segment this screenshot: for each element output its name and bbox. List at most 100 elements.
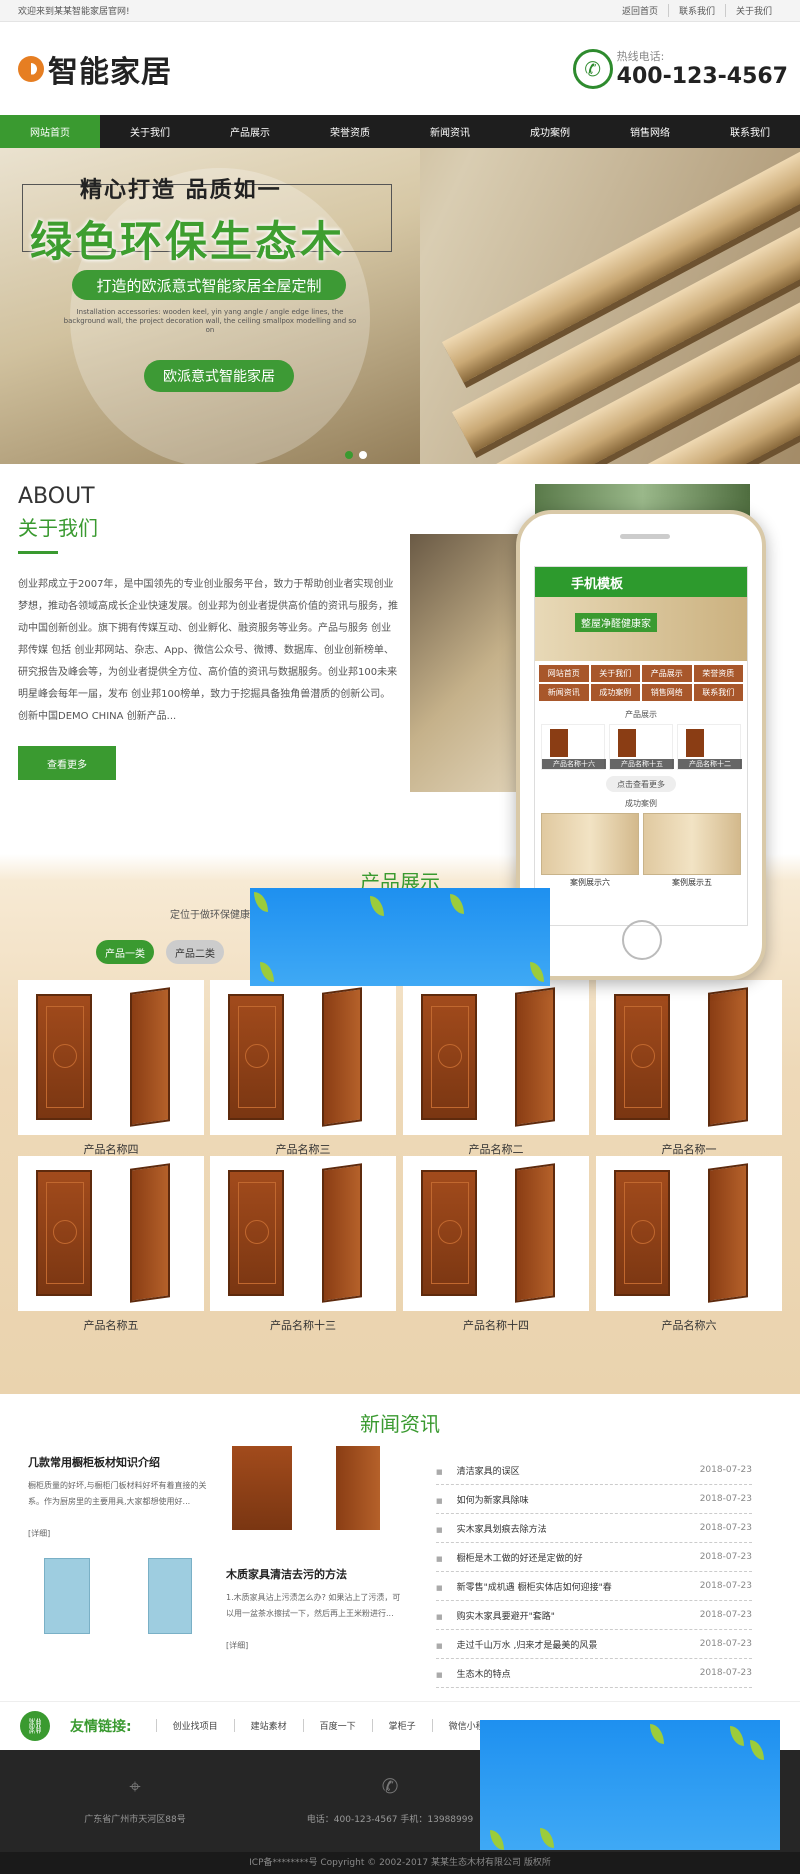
news-item-date: 2018-07-23 (699, 1523, 752, 1533)
slider-dot[interactable] (359, 451, 367, 459)
nav-item-cases[interactable]: 成功案例 (500, 115, 600, 148)
hero-banner[interactable]: 精心打造 品质如一 绿色环保生态木 打造的欧派意式智能家居全屋定制 Instal… (0, 148, 800, 464)
product-card[interactable]: 产品名称二 (403, 980, 589, 1156)
phone-header: 手机模板 (535, 567, 747, 597)
site-header: 智能家居 ✆ 热线电话: 400-123-4567 (0, 22, 800, 115)
product-image (18, 1156, 204, 1311)
banner-title: 精心打造 品质如一 (80, 178, 282, 203)
product-name: 产品名称一 (661, 1143, 717, 1156)
phone-cases-heading: 成功案例 (625, 799, 657, 808)
footer-phone-text: 电话：400-123-4567 手机：13988999 (306, 1815, 474, 1825)
top-bar: 欢迎来到某某智能家居官网! 返回首页 联系我们 关于我们 (0, 0, 800, 22)
friend-link[interactable]: 创业找项目 (155, 1719, 234, 1732)
news-feature-link[interactable]: [详细] (226, 1638, 248, 1654)
nav-item-home[interactable]: 网站首页 (0, 115, 100, 148)
phone-product-name: 产品名称十六 (542, 759, 606, 769)
top-link-home[interactable]: 返回首页 (612, 4, 668, 17)
product-card[interactable]: 产品名称四 (18, 980, 204, 1156)
news-list-item[interactable]: 实木家具划痕去除方法 2018-07-23 (436, 1514, 752, 1543)
nav-item-products[interactable]: 产品展示 (200, 115, 300, 148)
phone-product[interactable]: 产品名称十六 (541, 724, 606, 770)
floating-ad-overlay[interactable] (480, 1720, 780, 1850)
news-item-date: 2018-07-23 (699, 1668, 752, 1678)
phone-nav-item[interactable]: 销售网络 (642, 684, 692, 701)
news-item-title: 生态木的特点 (436, 1667, 511, 1680)
phone-home-button (622, 920, 662, 960)
phone-cases: 案例展示六 案例展示五 (535, 813, 747, 888)
leaf-icon (450, 894, 464, 914)
slider-dot-active[interactable] (345, 451, 353, 459)
news-feature-title[interactable]: 木质家具清洁去污的方法 (226, 1566, 347, 1582)
product-name: 产品名称六 (661, 1319, 717, 1332)
news-feature-text: 橱柜质量的好坏,与橱柜门板材料好坏有着直接的关系。作为厨房里的主要用具,大家都想… (28, 1481, 207, 1506)
news-title: 新闻资讯 (360, 1412, 440, 1436)
phone-products-heading: 产品展示 (625, 710, 657, 719)
leaf-icon (650, 1724, 664, 1744)
product-tab-1[interactable]: 产品一类 (96, 940, 154, 964)
phone-product-name: 产品名称十五 (610, 759, 674, 769)
banner-english-text: Installation accessories: wooden keel, y… (63, 308, 357, 335)
about-title-cn: 关于我们 (18, 516, 98, 540)
about-more-button[interactable]: 查看更多 (18, 746, 116, 780)
news-item-title: 实木家具划痕去除方法 (436, 1522, 547, 1535)
product-card[interactable]: 产品名称六 (596, 1156, 782, 1332)
news-item-title: 新零售"成机遇 橱柜实体店如何迎接"春 (436, 1580, 612, 1593)
news-list-item[interactable]: 橱柜是木工做的好还是定做的好 2018-07-23 (436, 1543, 752, 1572)
phone-speaker (620, 534, 670, 539)
news-list-item[interactable]: 生态木的特点 2018-07-23 (436, 1659, 752, 1688)
logo-mark-icon (18, 55, 44, 82)
hotline-number: 400-123-4567 (616, 64, 788, 89)
phone-nav-item[interactable]: 成功案例 (590, 684, 640, 701)
logo[interactable]: 智能家居 (18, 47, 172, 91)
nav-item-honors[interactable]: 荣誉资质 (300, 115, 400, 148)
friend-link[interactable]: 百度一下 (302, 1719, 372, 1732)
phone-nav-item[interactable]: 关于我们 (590, 665, 640, 682)
friend-link[interactable]: 建站素材 (233, 1719, 303, 1732)
about-text: 创业邦成立于2007年，是中国领先的专业创业服务平台，致力于帮助创业者实现创业梦… (18, 579, 398, 722)
about-underline (18, 551, 58, 554)
news-list-item[interactable]: 购实木家具要避开"套路" 2018-07-23 (436, 1601, 752, 1630)
footer-contact: ✆ 电话：400-123-4567 手机：13988999 (290, 1774, 490, 1825)
phone-case[interactable]: 案例展示五 (643, 813, 741, 888)
phone-nav-item[interactable]: 荣誉资质 (693, 665, 743, 682)
product-card[interactable]: 产品名称三 (210, 980, 396, 1156)
top-link-contact[interactable]: 联系我们 (667, 4, 725, 17)
footer-address-text: 广东省广州市天河区88号 (84, 1815, 186, 1825)
phone-nav-item[interactable]: 网站首页 (539, 665, 589, 682)
news-list-item[interactable]: 新零售"成机遇 橱柜实体店如何迎接"春 2018-07-23 (436, 1572, 752, 1601)
product-name: 产品名称二 (468, 1143, 524, 1156)
news-feature-title[interactable]: 几款常用橱柜板材知识介绍 (28, 1454, 160, 1470)
main-nav: 网站首页 关于我们 产品展示 荣誉资质 新闻资讯 成功案例 销售网络 联系我们 (0, 115, 800, 148)
floating-ad-overlay[interactable] (250, 888, 550, 986)
friend-link[interactable]: 掌柜子 (371, 1719, 432, 1732)
news-list-item[interactable]: 走过千山万水 ,归来才是最美的风景 2018-07-23 (436, 1630, 752, 1659)
banner-tagline: 打造的欧派意式智能家居全屋定制 (72, 270, 346, 300)
product-card[interactable]: 产品名称五 (18, 1156, 204, 1332)
product-card[interactable]: 产品名称一 (596, 980, 782, 1156)
phone-nav-item[interactable]: 新闻资讯 (539, 684, 589, 701)
phone-case-name: 案例展示六 (570, 878, 610, 887)
product-name: 产品名称三 (275, 1143, 331, 1156)
phone-case[interactable]: 案例展示六 (541, 813, 639, 888)
leaf-icon (370, 896, 384, 916)
top-link-about[interactable]: 关于我们 (724, 4, 782, 17)
phone-nav-item[interactable]: 联系我们 (693, 684, 743, 701)
news-item-date: 2018-07-23 (699, 1552, 752, 1562)
news-list-item[interactable]: 清洁家具的误区 2018-07-23 (436, 1456, 752, 1485)
news-feature-link[interactable]: [详细] (28, 1526, 50, 1542)
phone-more-button[interactable]: 点击查看更多 (606, 776, 676, 792)
phone-product[interactable]: 产品名称十五 (609, 724, 674, 770)
news-list-item[interactable]: 如何为新家具除味 2018-07-23 (436, 1485, 752, 1514)
product-tab-2[interactable]: 产品二类 (166, 940, 224, 964)
phone-nav-item[interactable]: 产品展示 (642, 665, 692, 682)
product-image (403, 1156, 589, 1311)
nav-item-sales[interactable]: 销售网络 (600, 115, 700, 148)
nav-item-about[interactable]: 关于我们 (100, 115, 200, 148)
phone-product[interactable]: 产品名称十二 (677, 724, 742, 770)
product-card[interactable]: 产品名称十三 (210, 1156, 396, 1332)
nav-item-news[interactable]: 新闻资讯 (400, 115, 500, 148)
nav-item-contact[interactable]: 联系我们 (700, 115, 800, 148)
product-image (18, 980, 204, 1135)
product-name: 产品名称四 (83, 1143, 139, 1156)
product-card[interactable]: 产品名称十四 (403, 1156, 589, 1332)
